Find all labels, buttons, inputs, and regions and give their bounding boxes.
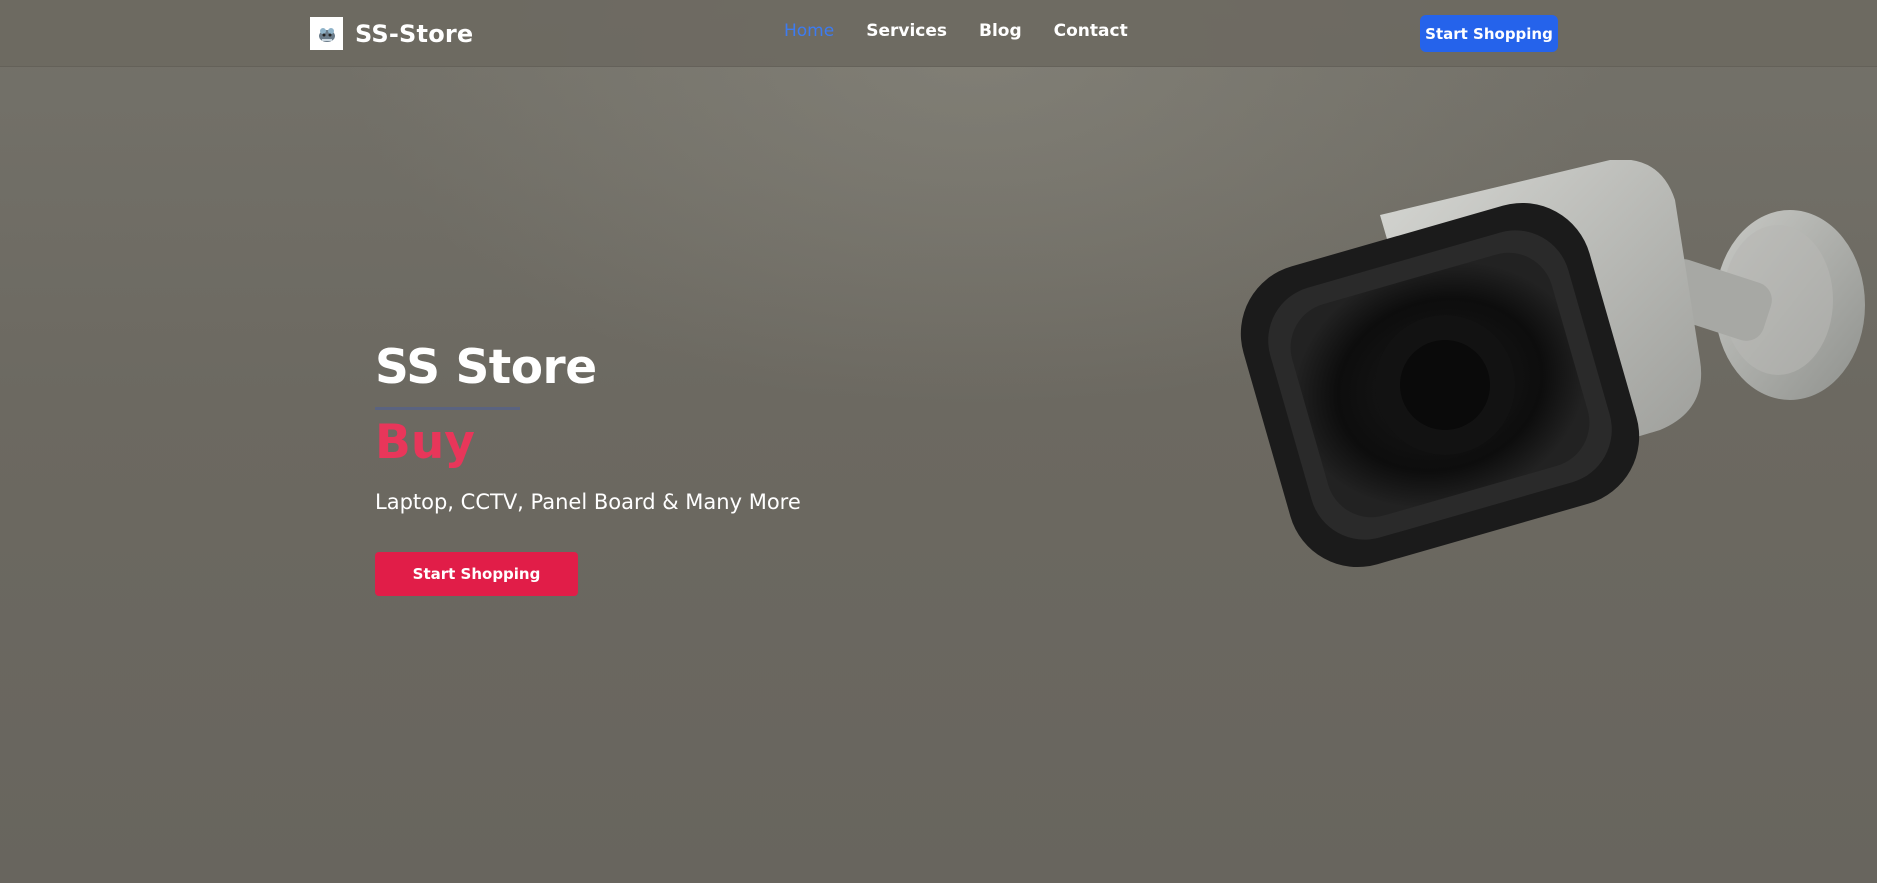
cctv-camera-image [1240, 160, 1865, 568]
nav-link-services[interactable]: Services [866, 21, 947, 41]
brand-name: SS-Store [355, 19, 474, 48]
nav-link-home[interactable]: Home [784, 21, 834, 41]
hero-title-underline [375, 407, 520, 410]
main-nav: Home Services Blog Contact [784, 21, 1128, 41]
store-logo-icon [310, 17, 343, 50]
nav-link-blog[interactable]: Blog [979, 21, 1022, 41]
brand-link[interactable]: SS-Store [310, 17, 473, 50]
hero-title: SS Store [375, 340, 597, 395]
nav-start-shopping-button[interactable]: Start Shopping [1420, 15, 1558, 52]
nav-link-contact[interactable]: Contact [1054, 21, 1128, 41]
navbar: SS-Store Home Services Blog Contact Star… [0, 0, 1877, 67]
hero-subtitle: Laptop, CCTV, Panel Board & Many More [375, 490, 801, 514]
hero-start-shopping-button[interactable]: Start Shopping [375, 552, 578, 596]
hero-accent-text: Buy [375, 415, 475, 470]
